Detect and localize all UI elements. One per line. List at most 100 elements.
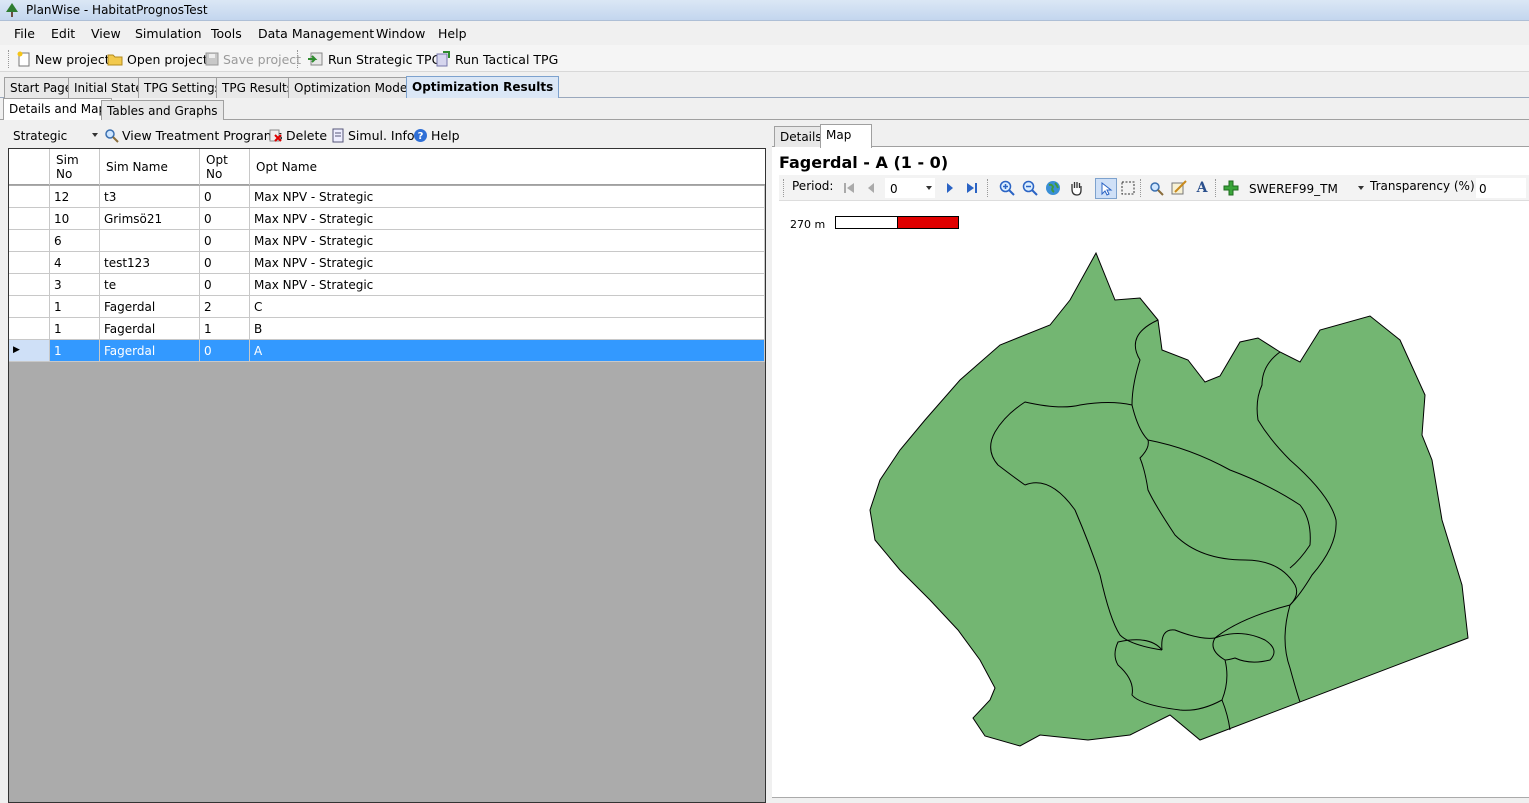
- open-project-button[interactable]: Open project: [107, 49, 208, 69]
- tab-tpg-settings[interactable]: TPG Settings: [138, 77, 227, 98]
- cell-opt-name[interactable]: Max NPV - Strategic: [250, 274, 765, 295]
- next-period-icon[interactable]: [941, 179, 959, 197]
- table-row[interactable]: 6 0 Max NPV - Strategic: [9, 230, 765, 252]
- map-canvas[interactable]: [772, 241, 1529, 791]
- menu-tools[interactable]: Tools: [211, 26, 242, 41]
- cell-sim-name[interactable]: [100, 230, 200, 251]
- menu-file[interactable]: File: [14, 26, 35, 41]
- identify-magnifier-icon[interactable]: [1147, 179, 1165, 197]
- cell-opt-no[interactable]: 0: [200, 186, 250, 207]
- globe-full-extent-icon[interactable]: [1044, 179, 1062, 197]
- cell-opt-name[interactable]: A: [250, 340, 765, 361]
- save-project-button[interactable]: Save project: [204, 49, 301, 69]
- pan-hand-icon[interactable]: [1067, 179, 1085, 197]
- simul-info-button[interactable]: Simul. Info: [331, 125, 415, 145]
- row-header[interactable]: [9, 318, 50, 339]
- main-tab-strip: Start Page Initial State TPG Settings TP…: [0, 76, 1529, 98]
- cell-sim-no[interactable]: 1: [50, 318, 100, 339]
- cell-sim-name[interactable]: Fagerdal: [100, 296, 200, 317]
- cell-opt-no[interactable]: 0: [200, 340, 250, 361]
- projection-select[interactable]: SWEREF99_TM: [1246, 178, 1366, 198]
- tab-map[interactable]: Map: [820, 124, 872, 148]
- cell-sim-name[interactable]: Grimsö21: [100, 208, 200, 229]
- tab-details-and-map[interactable]: Details and Map: [3, 98, 113, 120]
- cell-sim-name[interactable]: te: [100, 274, 200, 295]
- cell-opt-no[interactable]: 2: [200, 296, 250, 317]
- select-pointer-icon[interactable]: [1095, 178, 1117, 199]
- row-header[interactable]: [9, 208, 50, 229]
- menu-edit[interactable]: Edit: [51, 26, 75, 41]
- previous-period-icon[interactable]: [862, 179, 880, 197]
- first-period-icon[interactable]: [840, 179, 858, 197]
- rectangle-select-icon[interactable]: [1119, 179, 1137, 197]
- app-tree-icon: [6, 3, 18, 17]
- tab-tables-and-graphs[interactable]: Tables and Graphs: [101, 100, 224, 120]
- cell-opt-no[interactable]: 1: [200, 318, 250, 339]
- delete-button[interactable]: Delete: [268, 125, 327, 145]
- table-row[interactable]: 1 Fagerdal 2 C: [9, 296, 765, 318]
- menu-data-management[interactable]: Data Management: [258, 26, 374, 41]
- cell-opt-name[interactable]: Max NPV - Strategic: [250, 252, 765, 273]
- column-header-sim-name[interactable]: Sim Name: [100, 149, 200, 185]
- run-tactical-tpg-button[interactable]: Run Tactical TPG: [434, 49, 558, 69]
- cell-opt-no[interactable]: 0: [200, 252, 250, 273]
- last-period-icon[interactable]: [963, 179, 981, 197]
- cell-opt-name[interactable]: B: [250, 318, 765, 339]
- mode-select[interactable]: Strategic: [8, 126, 100, 146]
- tab-tpg-results[interactable]: TPG Results: [216, 77, 300, 98]
- row-header[interactable]: [9, 186, 50, 207]
- row-header[interactable]: [9, 252, 50, 273]
- table-row[interactable]: 1 Fagerdal 1 B: [9, 318, 765, 340]
- table-row[interactable]: 3 te 0 Max NPV - Strategic: [9, 274, 765, 296]
- layer-properties-icon[interactable]: [1170, 179, 1188, 197]
- table-row[interactable]: 10 Grimsö21 0 Max NPV - Strategic: [9, 208, 765, 230]
- zoom-in-icon[interactable]: [998, 179, 1016, 197]
- cell-sim-name[interactable]: Fagerdal: [100, 318, 200, 339]
- cell-sim-no[interactable]: 10: [50, 208, 100, 229]
- cell-sim-no[interactable]: 12: [50, 186, 100, 207]
- new-project-button[interactable]: New project: [16, 49, 110, 69]
- menu-simulation[interactable]: Simulation: [135, 26, 202, 41]
- menu-view[interactable]: View: [91, 26, 121, 41]
- new-project-label: New project: [35, 51, 110, 67]
- table-row[interactable]: 12 t3 0 Max NPV - Strategic: [9, 186, 765, 208]
- label-text-icon[interactable]: A: [1193, 179, 1211, 197]
- table-row[interactable]: ▶ 1 Fagerdal 0 A: [9, 340, 765, 362]
- menu-window[interactable]: Window: [376, 26, 425, 41]
- transparency-input[interactable]: 0: [1476, 178, 1526, 198]
- cell-sim-no[interactable]: 4: [50, 252, 100, 273]
- cell-sim-name[interactable]: t3: [100, 186, 200, 207]
- tab-optimization-model[interactable]: Optimization Model: [288, 77, 417, 98]
- column-header-opt-name[interactable]: Opt Name: [250, 149, 765, 185]
- row-header[interactable]: [9, 274, 50, 295]
- column-header-opt-no[interactable]: Opt No: [200, 149, 250, 185]
- cell-opt-name[interactable]: Max NPV - Strategic: [250, 230, 765, 251]
- run-strategic-tpg-button[interactable]: Run Strategic TPG: [307, 49, 441, 69]
- cell-opt-no[interactable]: 0: [200, 274, 250, 295]
- view-treatment-programs-button[interactable]: View Treatment Programs: [104, 125, 282, 145]
- period-select[interactable]: 0: [885, 178, 935, 198]
- cell-opt-no[interactable]: 0: [200, 230, 250, 251]
- cell-sim-name[interactable]: Fagerdal: [100, 340, 200, 361]
- row-header[interactable]: ▶: [9, 340, 50, 361]
- zoom-out-icon[interactable]: [1021, 179, 1039, 197]
- cell-sim-no[interactable]: 6: [50, 230, 100, 251]
- cell-opt-name[interactable]: Max NPV - Strategic: [250, 186, 765, 207]
- cell-opt-no[interactable]: 0: [200, 208, 250, 229]
- save-disk-icon: [205, 52, 219, 66]
- cell-opt-name[interactable]: C: [250, 296, 765, 317]
- add-layer-icon[interactable]: [1222, 179, 1240, 197]
- help-button[interactable]: ? Help: [413, 125, 460, 145]
- cell-sim-no[interactable]: 3: [50, 274, 100, 295]
- cell-opt-name[interactable]: Max NPV - Strategic: [250, 208, 765, 229]
- cell-sim-name[interactable]: test123: [100, 252, 200, 273]
- table-row[interactable]: 4 test123 0 Max NPV - Strategic: [9, 252, 765, 274]
- tab-optimization-results[interactable]: Optimization Results: [406, 76, 560, 98]
- cell-sim-no[interactable]: 1: [50, 340, 100, 361]
- row-header[interactable]: [9, 296, 50, 317]
- column-header-sim-no[interactable]: Sim No: [50, 149, 100, 185]
- cell-sim-no[interactable]: 1: [50, 296, 100, 317]
- menu-help[interactable]: Help: [438, 26, 467, 41]
- row-header[interactable]: [9, 230, 50, 251]
- tab-initial-state[interactable]: Initial State: [68, 77, 149, 98]
